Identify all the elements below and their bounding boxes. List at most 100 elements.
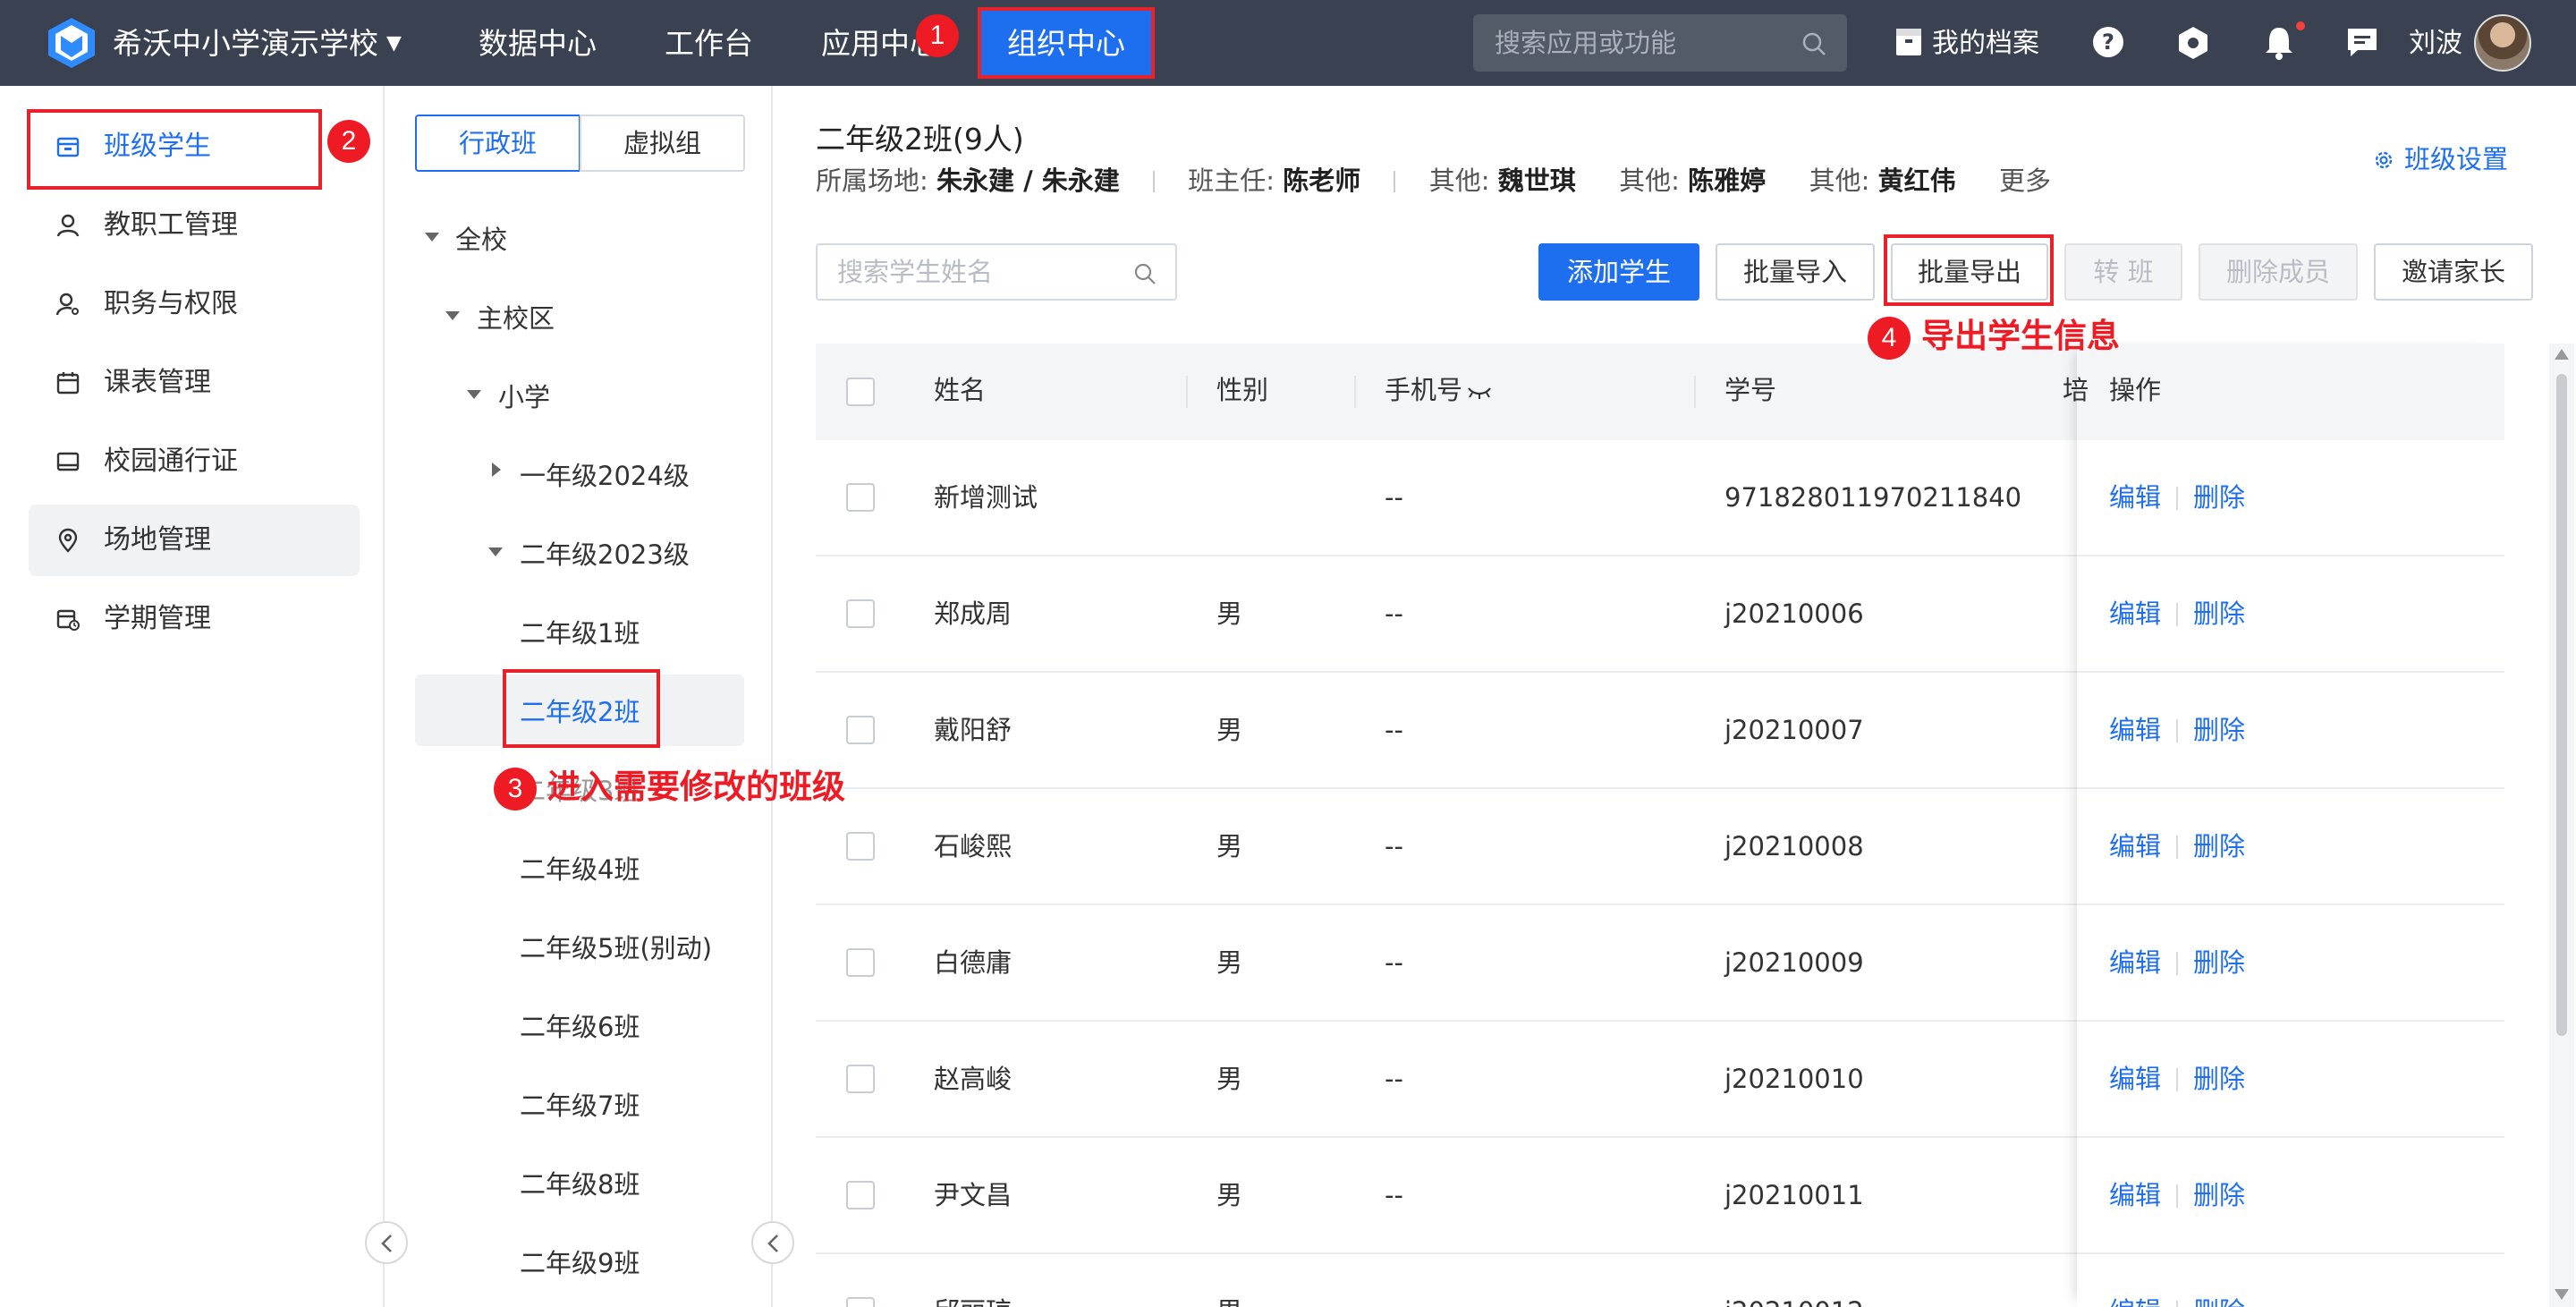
tree-node-class[interactable]: 二年级6班 (520, 1007, 640, 1047)
avatar[interactable] (2474, 14, 2531, 72)
edit-link[interactable]: 编辑 (2109, 478, 2161, 517)
cell-phone: -- (1385, 1292, 1403, 1307)
school-name[interactable]: 希沃中小学演示学校 (113, 23, 378, 64)
school-logo-icon[interactable] (45, 16, 98, 70)
edit-link[interactable]: 编辑 (2109, 594, 2161, 633)
caret-down-icon[interactable] (488, 547, 503, 556)
scroll-down-arrow[interactable] (2555, 1289, 2569, 1300)
delete-link[interactable]: 删除 (2193, 1175, 2245, 1215)
top-navbar: 希沃中小学演示学校 ▼ 数据中心 工作台 应用中心 组织中心 搜索应用或功能 我… (0, 0, 2576, 86)
row-checkbox[interactable] (846, 1065, 875, 1093)
nav-data-center[interactable]: 数据中心 (479, 23, 597, 64)
col-phone[interactable]: 手机号 (1385, 370, 1462, 410)
tree-node-grade1[interactable]: 一年级2024级 (520, 456, 690, 496)
delete-link[interactable]: 删除 (2193, 710, 2245, 750)
tree-node-class[interactable]: 二年级4班 (520, 850, 640, 889)
tree-node-class[interactable]: 二年级5班(别动) (520, 929, 712, 968)
more-link[interactable]: 更多 (1999, 165, 2051, 196)
row-checkbox[interactable] (846, 483, 875, 512)
cell-gender: 男 (1216, 1064, 1243, 1094)
sidebar-item-terms[interactable]: 学期管理 (29, 583, 360, 655)
collapse-sidebar-button[interactable] (365, 1221, 408, 1264)
row-checkbox[interactable] (846, 1297, 875, 1307)
table-scrollbar[interactable] (2549, 344, 2574, 1307)
scroll-thumb[interactable] (2556, 374, 2567, 1036)
class-settings-link[interactable]: 班级设置 (2372, 140, 2508, 179)
tree-node-main-campus[interactable]: 主校区 (477, 299, 555, 338)
add-student-button[interactable]: 添加学生 (1538, 243, 1699, 301)
delete-link[interactable]: 删除 (2193, 1059, 2245, 1099)
tree-node-class[interactable]: 二年级1班 (520, 614, 640, 653)
delete-members-button[interactable]: 删除成员 (2199, 243, 2358, 301)
message-icon[interactable] (2345, 25, 2379, 59)
edit-link[interactable]: 编辑 (2109, 1175, 2161, 1215)
chevron-down-icon[interactable]: ▼ (386, 32, 402, 55)
caret-down-icon[interactable] (425, 233, 439, 242)
eye-closed-icon[interactable] (1467, 385, 1492, 401)
caret-right-icon[interactable] (492, 463, 501, 477)
cell-name: 邱丽琼 (934, 1292, 1012, 1307)
delete-link[interactable]: 删除 (2193, 943, 2245, 982)
edit-link[interactable]: 编辑 (2109, 1292, 2161, 1307)
sidebar-item-venues[interactable]: 场地管理 (29, 505, 360, 576)
row-checkbox[interactable] (846, 832, 875, 861)
delete-link[interactable]: 删除 (2193, 594, 2245, 633)
card-icon (56, 452, 80, 471)
delete-link[interactable]: 删除 (2193, 1292, 2245, 1307)
sidebar-item-label: 学期管理 (104, 603, 211, 634)
student-search-input[interactable]: 搜索学生姓名 (816, 243, 1177, 301)
caret-down-icon[interactable] (467, 390, 481, 399)
sidebar-item-roles[interactable]: 职务与权限 (29, 268, 360, 340)
bell-icon[interactable] (2263, 25, 2295, 61)
tab-admin-class[interactable]: 行政班 (415, 115, 580, 172)
cell-name: 白德庸 (934, 947, 1013, 978)
tree-node-primary[interactable]: 小学 (498, 378, 550, 417)
row-checkbox[interactable] (846, 716, 875, 744)
cell-student-id: j20210007 (1724, 715, 1864, 745)
my-archive-link[interactable]: 我的档案 (1932, 23, 2039, 64)
row-checkbox[interactable] (846, 1181, 875, 1209)
col-gender[interactable]: 性别 (1216, 370, 1268, 410)
sidebar-item-campus-pass[interactable]: 校园通行证 (29, 426, 360, 497)
nav-org-center[interactable]: 组织中心 (978, 7, 1155, 79)
user-name[interactable]: 刘波 (2409, 23, 2462, 64)
collapse-tree-button[interactable] (751, 1221, 794, 1264)
nav-workbench[interactable]: 工作台 (665, 23, 753, 64)
tree-node-school[interactable]: 全校 (455, 220, 507, 259)
search-icon (1802, 32, 1826, 55)
archive-icon[interactable] (1894, 25, 1923, 57)
tree-node-grade2[interactable]: 二年级2023级 (520, 535, 690, 574)
global-search-input[interactable]: 搜索应用或功能 (1473, 14, 1847, 72)
cell-phone: -- (1385, 1064, 1403, 1094)
select-all-checkbox[interactable] (846, 378, 875, 406)
row-checkbox[interactable] (846, 948, 875, 977)
cell-student-id: j20210011 (1724, 1180, 1864, 1210)
cell-student-id: j20210012 (1724, 1292, 1864, 1307)
tab-virtual-group[interactable]: 虚拟组 (580, 115, 745, 172)
tree-node-class[interactable]: 二年级7班 (520, 1086, 640, 1125)
col-training[interactable]: 培 (2063, 370, 2089, 410)
sidebar-item-schedule[interactable]: 课表管理 (29, 347, 360, 419)
transfer-class-button[interactable]: 转 班 (2064, 243, 2182, 301)
row-checkbox[interactable] (846, 599, 875, 628)
edit-link[interactable]: 编辑 (2109, 710, 2161, 750)
settings-hex-icon[interactable] (2176, 25, 2210, 61)
delete-link[interactable]: 删除 (2193, 827, 2245, 866)
delete-link[interactable]: 删除 (2193, 478, 2245, 517)
scroll-up-arrow[interactable] (2555, 349, 2569, 360)
tree-node-class[interactable]: 二年级8班 (520, 1165, 640, 1204)
batch-import-button[interactable]: 批量导入 (1716, 243, 1875, 301)
sidebar-item-staff[interactable]: 教职工管理 (29, 190, 360, 261)
table-row: 石峻熙 男 -- j20210008 编辑 删除 (816, 789, 2504, 905)
edit-link[interactable]: 编辑 (2109, 827, 2161, 866)
col-name[interactable]: 姓名 (934, 370, 986, 410)
caret-down-icon[interactable] (445, 311, 460, 320)
tree-node-class[interactable]: 二年级9班 (520, 1243, 640, 1283)
step-badge-2: 2 (327, 120, 370, 163)
col-student-id[interactable]: 学号 (1724, 370, 1776, 410)
edit-link[interactable]: 编辑 (2109, 1059, 2161, 1099)
sidebar-item-label: 教职工管理 (104, 209, 238, 241)
invite-parents-button[interactable]: 邀请家长 (2374, 243, 2533, 301)
help-icon[interactable]: ? (2091, 25, 2125, 59)
edit-link[interactable]: 编辑 (2109, 943, 2161, 982)
